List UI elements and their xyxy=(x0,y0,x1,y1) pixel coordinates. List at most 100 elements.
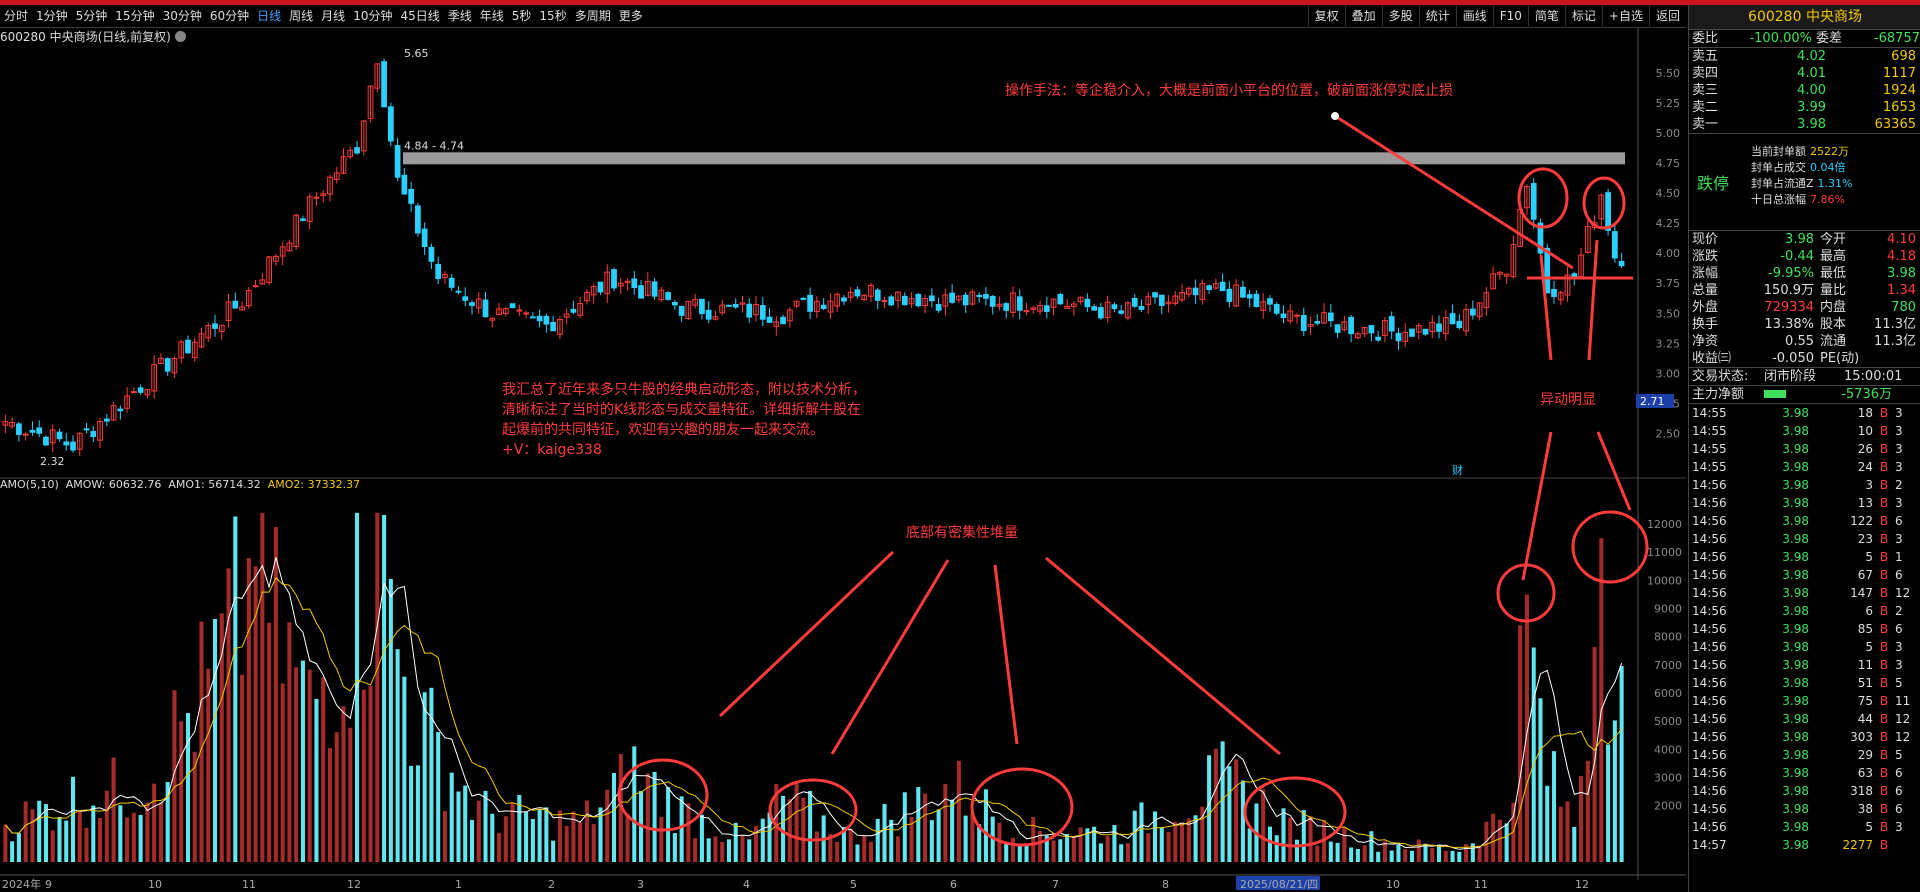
tick-list[interactable]: 14:55 3.98 18 B 3 14:55 3.98 10 B 3 14:55 3.98 26 B 3 1… xyxy=(1689,403,1920,854)
volume-bar xyxy=(1186,818,1191,862)
tick-count: 2 xyxy=(1895,478,1903,492)
volume-bar xyxy=(375,512,380,862)
tick-count: 12 xyxy=(1895,712,1911,726)
volume-bar xyxy=(848,828,853,862)
tick-time: 14:56 xyxy=(1692,802,1727,816)
tick-row: 14:56 3.98 85 B 6 xyxy=(1689,620,1920,638)
volume-bar xyxy=(131,812,136,862)
tick-count: 11 xyxy=(1895,694,1911,708)
volume-bar xyxy=(1572,826,1577,862)
tick-price: 3.98 xyxy=(1782,766,1809,780)
stat-label: 净资 xyxy=(1692,334,1719,349)
volume-bar xyxy=(1376,851,1381,862)
volume-bar xyxy=(544,807,549,862)
tick-volume: 122 xyxy=(1850,514,1873,528)
time-tick-label: 12 xyxy=(347,878,361,891)
stat-row: 净资 0.55 流通 11.3亿 xyxy=(1689,333,1920,350)
tick-count: 3 xyxy=(1895,460,1903,474)
volume-bar xyxy=(564,825,569,862)
ask-price: 4.02 xyxy=(1797,49,1826,64)
volume-bar xyxy=(483,790,488,862)
seal-row: 当前封单额 2522万 xyxy=(1751,144,1853,160)
volume-bar xyxy=(956,760,961,862)
time-tick-label: 2024年 xyxy=(2,877,41,891)
trade-time: 15:00:01 xyxy=(1844,369,1903,384)
tick-side: B xyxy=(1879,496,1889,510)
tick-price: 3.98 xyxy=(1782,694,1809,708)
tick-volume: 5 xyxy=(1865,550,1873,564)
tick-row: 14:56 3.98 13 B 3 xyxy=(1689,494,1920,512)
seal-value: 7.86% xyxy=(1810,193,1845,206)
tick-price: 3.98 xyxy=(1782,604,1809,618)
tick-price: 3.98 xyxy=(1782,586,1809,600)
volume-bar xyxy=(1125,843,1130,862)
volume-bar xyxy=(524,811,529,862)
tick-volume: 26 xyxy=(1857,442,1873,456)
volume-bar xyxy=(10,841,15,862)
volume-bar xyxy=(875,818,880,862)
stat-label: 收益㈢ xyxy=(1692,351,1732,366)
volume-bar xyxy=(1288,817,1293,862)
tick-row: 14:56 3.98 75 B 11 xyxy=(1689,692,1920,710)
tick-price: 3.98 xyxy=(1782,622,1809,636)
tick-count: 3 xyxy=(1895,532,1903,546)
tick-volume: 85 xyxy=(1857,622,1873,636)
volume-bar xyxy=(402,676,407,862)
tick-count: 3 xyxy=(1895,640,1903,654)
tick-side: B xyxy=(1879,532,1889,546)
volume-bar xyxy=(902,792,907,862)
volume-bar xyxy=(1274,835,1279,862)
seal-label: 当前封单额 xyxy=(1751,145,1806,158)
tick-side: B xyxy=(1879,550,1889,564)
trade-status: 闭市阶段 xyxy=(1764,369,1817,384)
tick-price: 3.98 xyxy=(1782,514,1809,528)
volume-bar xyxy=(125,817,130,862)
stat-label: 流通 xyxy=(1820,334,1847,349)
tick-price: 3.98 xyxy=(1782,730,1809,744)
time-tick-label: 6 xyxy=(950,878,957,891)
tick-price: 3.98 xyxy=(1782,748,1809,762)
tick-row: 14:56 3.98 29 B 5 xyxy=(1689,746,1920,764)
tick-side: B xyxy=(1879,766,1889,780)
tick-price: 3.98 xyxy=(1782,784,1809,798)
seal-info: 当前封单额 2522万 封单占成交 0.04倍 封单占流通Z 1.31% 十日总涨幅 7.86… xyxy=(1751,144,1853,208)
ask-label: 卖三 xyxy=(1692,83,1719,98)
volume-bar xyxy=(787,799,792,862)
stock-title: 600280 中央商场 xyxy=(1689,5,1920,30)
time-tick-label: 12 xyxy=(1575,878,1589,891)
volume-bar xyxy=(679,796,684,862)
stat-row: 总量 150.9万 量比 1.34 xyxy=(1689,282,1920,299)
tick-count: 6 xyxy=(1895,622,1903,636)
tick-volume: 6 xyxy=(1865,604,1873,618)
seal-row: 十日总涨幅 7.86% xyxy=(1751,192,1853,208)
stat-value: 13.38% xyxy=(1764,317,1814,332)
stat-label: 外盘 xyxy=(1692,300,1719,315)
tick-volume: 13 xyxy=(1857,496,1873,510)
volume-bar xyxy=(882,804,887,862)
time-tick-label: 3 xyxy=(637,878,644,891)
tick-price: 3.98 xyxy=(1782,424,1809,438)
volume-bar xyxy=(693,838,698,862)
tick-time: 14:56 xyxy=(1692,658,1727,672)
indicator-name[interactable]: AMO(5,10) xyxy=(0,478,59,491)
volume-bar xyxy=(1294,839,1300,862)
annotation-arrow xyxy=(1596,431,1632,511)
volume-bar xyxy=(1166,831,1171,862)
volume-bar xyxy=(1051,840,1056,862)
tick-row: 14:56 3.98 303 B 12 xyxy=(1689,728,1920,746)
tick-side: B xyxy=(1879,568,1889,582)
volume-tick-label: 10000 xyxy=(1647,574,1682,587)
volume-bar xyxy=(1010,837,1016,862)
tick-volume: 5 xyxy=(1865,640,1873,654)
volume-bar xyxy=(111,757,116,862)
tick-price: 3.98 xyxy=(1782,568,1809,582)
ask-volume: 1653 xyxy=(1882,100,1916,115)
limit-status: 跌停 xyxy=(1697,174,1730,193)
volume-bar xyxy=(1409,850,1415,862)
volume-bar xyxy=(1382,841,1387,862)
ask-row: 卖四 4.01 1117 xyxy=(1689,65,1920,82)
tick-time: 14:56 xyxy=(1692,640,1727,654)
tick-count: 3 xyxy=(1895,658,1903,672)
volume-bar xyxy=(1416,839,1421,862)
volume-bar xyxy=(1207,755,1212,862)
